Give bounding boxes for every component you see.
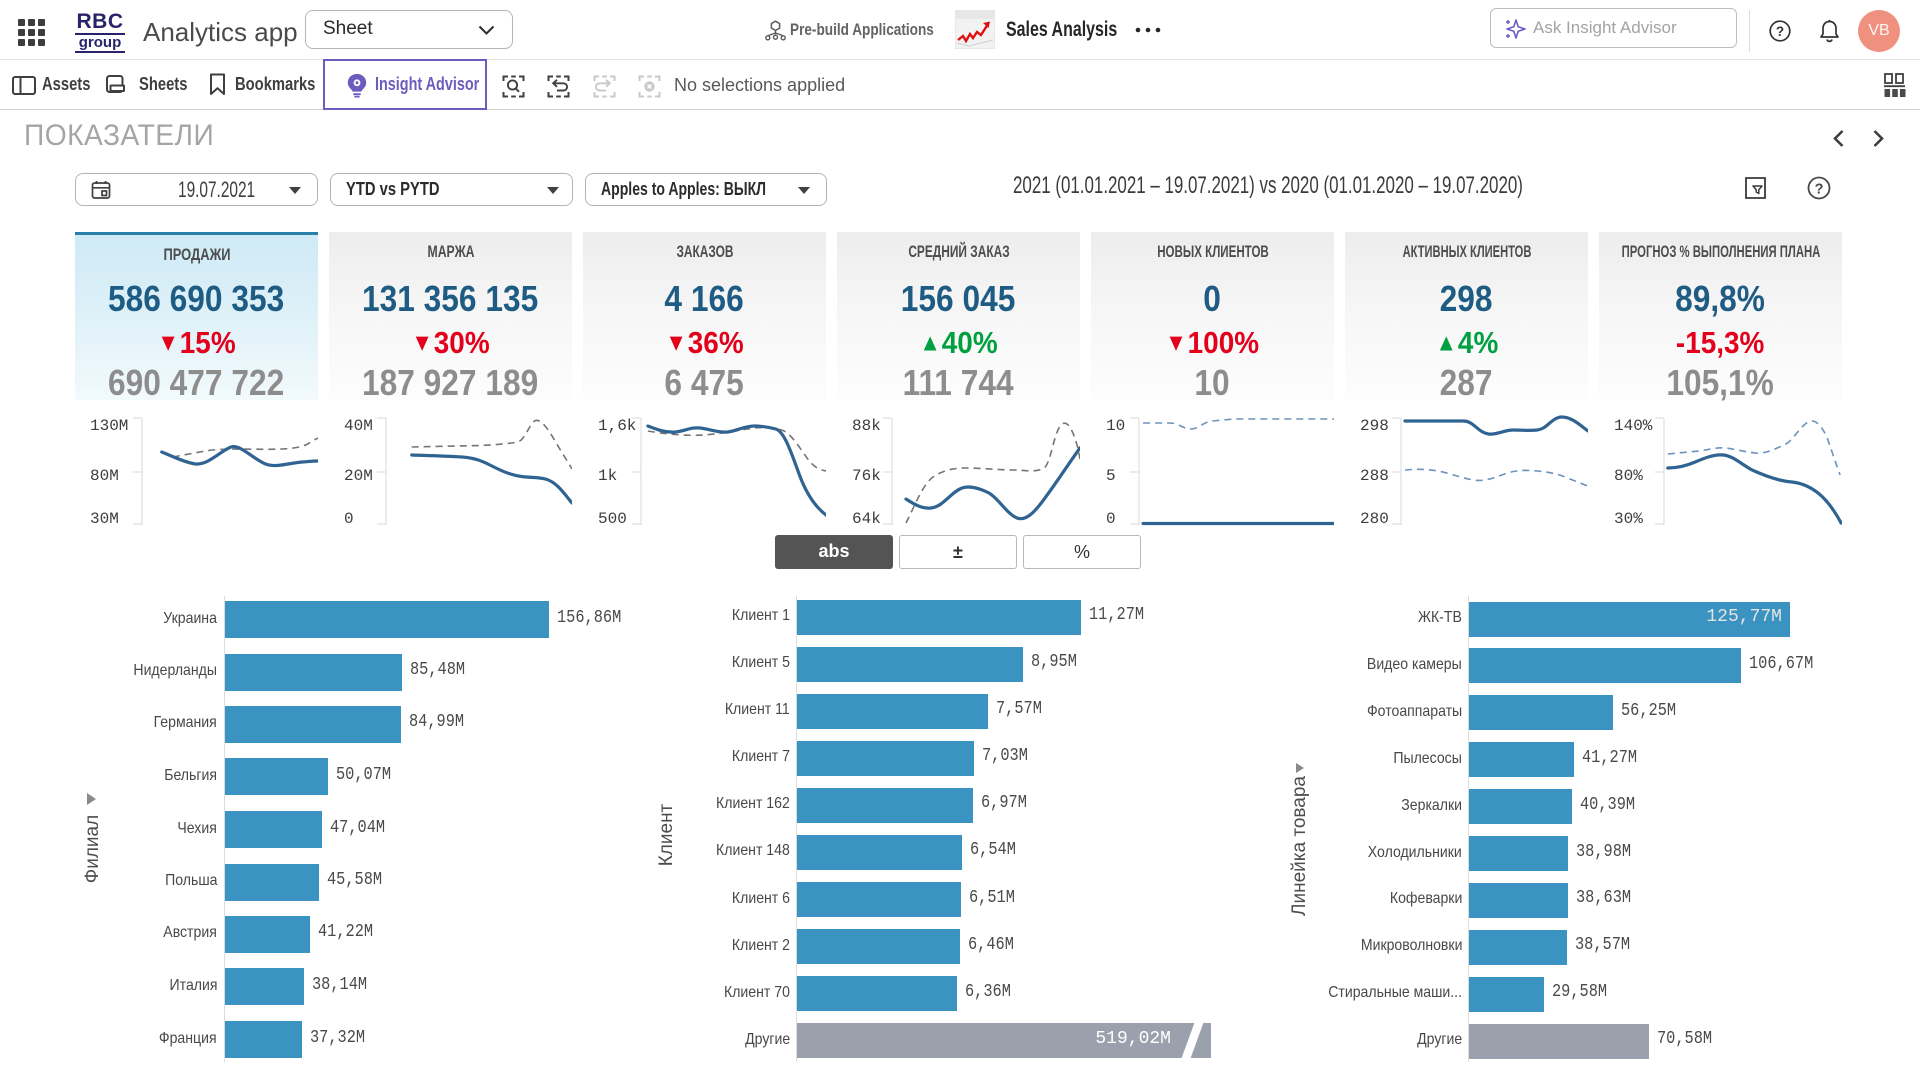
svg-text:?: ?: [1815, 182, 1824, 198]
svg-text:?: ?: [1776, 24, 1784, 39]
